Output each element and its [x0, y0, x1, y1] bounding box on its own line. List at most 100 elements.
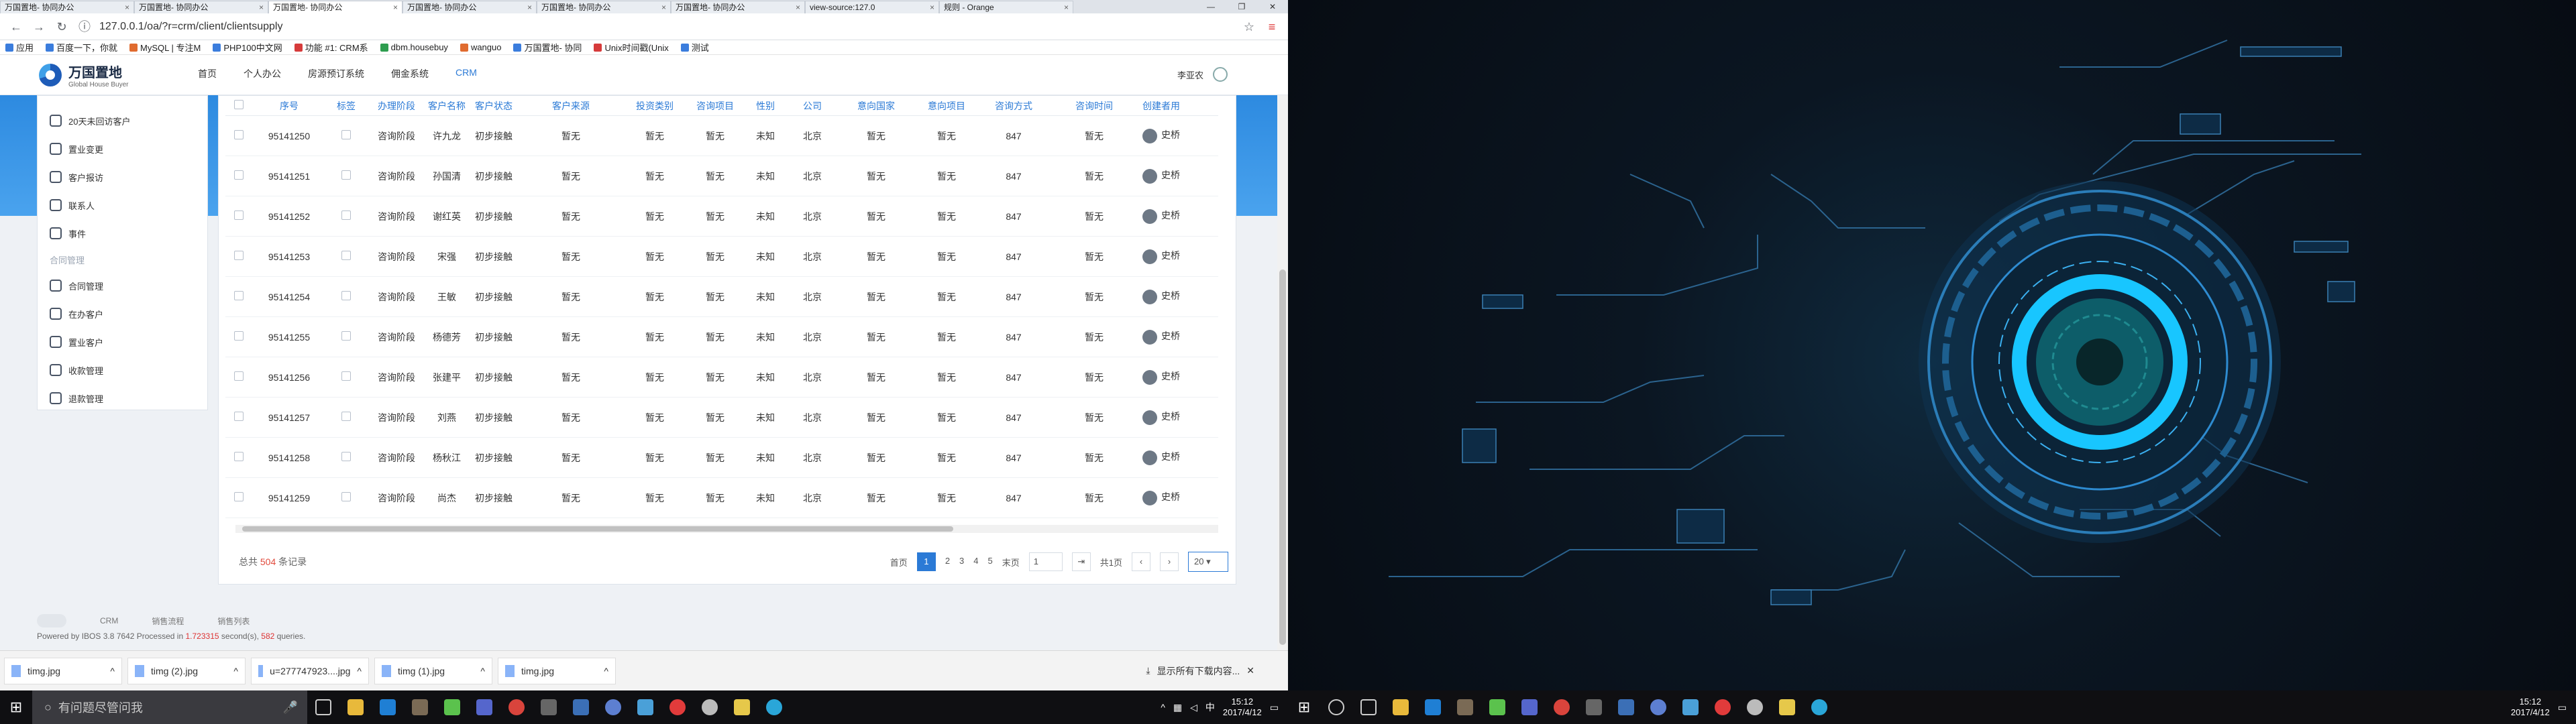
first-page[interactable]: 首页 [890, 556, 908, 568]
row-checkbox[interactable] [225, 170, 252, 182]
app-icon[interactable] [629, 690, 661, 724]
table-row[interactable]: 95141252 咨询阶段 谢红英 初步接触 暂无 暂无 暂无 未知 北京 暂无 暂无 847 暂无 史桥 [225, 196, 1218, 237]
back-icon[interactable]: ← [8, 19, 24, 35]
next-icon[interactable]: › [1160, 552, 1179, 571]
row-checkbox[interactable] [225, 210, 252, 222]
home-icon[interactable] [37, 614, 66, 627]
download-item[interactable]: timg (2).jpg ^ [127, 657, 246, 684]
checkbox-icon[interactable] [234, 170, 244, 180]
column-header[interactable]: 咨询时间 [1051, 99, 1138, 113]
page-size-select[interactable]: 20 ▾ [1188, 552, 1228, 572]
app-icon[interactable] [726, 690, 758, 724]
edge-icon[interactable] [1417, 690, 1449, 724]
nav-home[interactable]: 首页 [198, 67, 217, 80]
settings-icon[interactable] [1739, 690, 1771, 724]
app-icon[interactable] [597, 690, 629, 724]
tag-icon[interactable] [341, 170, 351, 180]
chevron-up-icon[interactable]: ^ [604, 666, 608, 676]
bookmark[interactable]: 功能 #1: CRM系 [294, 41, 368, 54]
column-header[interactable]: 客户来源 [521, 99, 621, 113]
tag-icon[interactable] [341, 130, 351, 139]
table-row[interactable]: 95141253 咨询阶段 宋强 初步接触 暂无 暂无 暂无 未知 北京 暂无 暂无 847 暂无 史桥 [225, 237, 1218, 277]
chevron-up-icon[interactable]: ^ [110, 666, 115, 676]
tag-icon[interactable] [341, 210, 351, 220]
tag-icon[interactable] [341, 412, 351, 421]
sidebar-item[interactable]: 合同管理 [50, 272, 195, 300]
nav-commission[interactable]: 佣金系统 [391, 67, 429, 80]
clock[interactable]: 15:12 2017/4/12 [1223, 697, 1262, 718]
table-row[interactable]: 95141254 咨询阶段 王敏 初步接触 暂无 暂无 暂无 未知 北京 暂无 暂无 847 暂无 史桥 [225, 277, 1218, 317]
column-header[interactable]: 办理阶段 [366, 99, 427, 113]
cell-name[interactable]: 谢红英 [427, 210, 467, 223]
tag-checkbox[interactable] [326, 130, 366, 141]
page-4[interactable]: 4 [973, 552, 978, 571]
app-icon[interactable] [661, 690, 694, 724]
page-5[interactable]: 5 [988, 552, 993, 571]
sidebar-item[interactable]: 客户报访 [50, 163, 195, 191]
app-icon[interactable] [1513, 690, 1546, 724]
cell-name[interactable]: 许九龙 [427, 129, 467, 143]
table-row[interactable]: 95141257 咨询阶段 刘燕 初步接触 暂无 暂无 暂无 未知 北京 暂无 暂无 847 暂无 史桥 [225, 398, 1218, 438]
checkbox-icon[interactable] [234, 210, 244, 220]
app-icon[interactable] [533, 690, 565, 724]
sidebar-item[interactable]: 20天未回访客户 [50, 107, 195, 135]
tag-icon[interactable] [341, 331, 351, 341]
page-1[interactable]: 1 [916, 552, 936, 571]
download-item[interactable]: timg.jpg ^ [4, 657, 122, 684]
logo[interactable]: 万国置地 Global House Buyer [39, 62, 129, 88]
settings-icon[interactable] [694, 690, 726, 724]
clock[interactable]: 15:12 2017/4/12 [2511, 697, 2550, 718]
cortana-search[interactable]: ○ 有问题尽管问我 🎤 [32, 690, 307, 724]
close-icon[interactable]: × [527, 1, 532, 13]
horizontal-scrollbar[interactable] [235, 525, 1218, 533]
browser-tab-active[interactable]: 万国置地- 协同办公 × [268, 1, 402, 13]
close-icon[interactable]: × [393, 1, 398, 13]
table-row[interactable]: 95141256 咨询阶段 张建平 初步接触 暂无 暂无 暂无 未知 北京 暂无 暂无 847 暂无 史桥 [225, 357, 1218, 398]
tag-checkbox[interactable] [326, 170, 366, 182]
bookmark[interactable]: MySQL | 专注M [129, 41, 201, 54]
checkbox-icon[interactable] [234, 412, 244, 421]
app-icon[interactable] [1674, 690, 1707, 724]
scroll-thumb[interactable] [1279, 269, 1286, 645]
breadcrumb-item[interactable]: CRM [100, 616, 118, 625]
star-icon[interactable]: ☆ [1241, 19, 1257, 35]
tag-icon[interactable] [341, 492, 351, 501]
breadcrumb-item[interactable]: 销售流程 [152, 615, 184, 627]
close-icon[interactable]: × [259, 1, 264, 13]
chrome-icon[interactable] [500, 690, 533, 724]
checkbox-icon[interactable] [234, 371, 244, 381]
nav-personal[interactable]: 个人办公 [244, 67, 281, 80]
column-header[interactable]: 性别 [742, 99, 789, 113]
sidebar-item[interactable]: 联系人 [50, 191, 195, 219]
cell-name[interactable]: 孙国清 [427, 170, 467, 183]
bookmark[interactable]: Unix时间戳(Unix [594, 41, 669, 54]
nav-crm[interactable]: CRM [455, 67, 477, 80]
app-icon[interactable] [1481, 690, 1513, 724]
tag-icon[interactable] [341, 251, 351, 260]
column-header[interactable]: 创建者用 [1138, 99, 1185, 113]
cell-name[interactable]: 王敏 [427, 290, 467, 304]
column-header[interactable]: 意向国家 [836, 99, 916, 113]
scroll-thumb[interactable] [242, 526, 953, 532]
bookmark[interactable]: PHP100中文网 [213, 41, 282, 54]
app-icon[interactable] [565, 690, 597, 724]
bookmark[interactable]: 测试 [680, 41, 709, 54]
notification-icon[interactable]: ▭ [1270, 702, 1279, 713]
task-view-icon[interactable] [1352, 690, 1385, 724]
table-row[interactable]: 95141255 咨询阶段 杨德芳 初步接触 暂无 暂无 暂无 未知 北京 暂无 暂无 847 暂无 史桥 [225, 317, 1218, 357]
bookmark-apps[interactable]: 应用 [5, 41, 34, 54]
checkbox-icon[interactable] [234, 251, 244, 260]
app-icon[interactable] [404, 690, 436, 724]
volume-icon[interactable]: ◁ [1190, 702, 1197, 713]
task-view-icon[interactable] [307, 690, 339, 724]
download-item[interactable]: timg.jpg ^ [498, 657, 616, 684]
column-header[interactable]: 公司 [789, 99, 836, 113]
checkbox-icon[interactable] [234, 331, 244, 341]
download-item[interactable]: timg (1).jpg ^ [374, 657, 492, 684]
go-icon[interactable]: ⇥ [1071, 552, 1091, 571]
page-2[interactable]: 2 [945, 552, 950, 571]
minimize-icon[interactable]: — [1195, 0, 1226, 13]
column-header[interactable]: 投资类别 [621, 99, 688, 113]
app-icon[interactable] [436, 690, 468, 724]
nav-booking[interactable]: 房源预订系统 [308, 67, 364, 80]
